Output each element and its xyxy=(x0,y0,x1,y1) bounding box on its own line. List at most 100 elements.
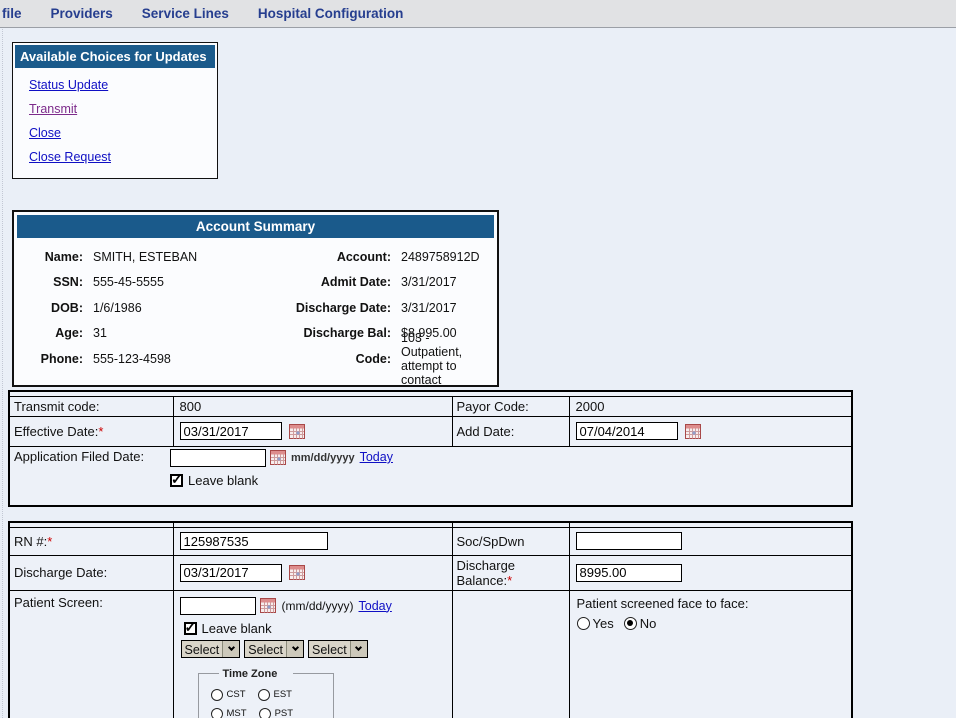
rn-number-cell xyxy=(173,527,452,555)
summary-label-phone: Phone: xyxy=(21,346,83,372)
time-zone-option-est: EST xyxy=(258,689,292,701)
leave-blank-label: Leave blank xyxy=(188,473,258,488)
discharge-date-label: Discharge Date: xyxy=(9,555,173,590)
summary-value-code: 103 - Outpatient, attempt to contact xyxy=(401,346,490,372)
calendar-icon[interactable] xyxy=(289,565,305,580)
face-to-face-no-radio[interactable] xyxy=(624,617,637,630)
required-marker: * xyxy=(98,424,103,439)
time-zone-option-mst: MST xyxy=(211,708,247,718)
add-date-input[interactable] xyxy=(576,422,678,440)
application-filed-date-line: Application Filed Date:mm/dd/yyyyToday xyxy=(14,449,847,467)
calendar-icon[interactable] xyxy=(260,598,276,613)
patient-screen-cell: (mm/dd/yyyy) Today Leave blank Select Sel… xyxy=(173,590,452,718)
table-row: Transmit code: 800 Payor Code: 2000 xyxy=(9,396,852,416)
nav-item-file[interactable]: file xyxy=(2,6,22,21)
cst-radio[interactable] xyxy=(211,689,223,701)
face-to-face-radios: Yes No xyxy=(577,616,848,631)
effective-date-label: Effective Date:* xyxy=(9,416,173,446)
transmit-code-value: 800 xyxy=(173,396,452,416)
patient-screen-select-3[interactable]: Select xyxy=(308,640,368,658)
est-label: EST xyxy=(274,689,292,700)
face-to-face-yes-radio[interactable] xyxy=(577,617,590,630)
effective-date-input[interactable] xyxy=(180,422,282,440)
link-transmit[interactable]: Transmit xyxy=(29,102,77,116)
link-close[interactable]: Close xyxy=(29,126,61,140)
leave-blank-row: Leave blank xyxy=(184,621,448,636)
account-summary-panel: Account Summary Name: SMITH, ESTEBAN Acc… xyxy=(12,210,499,387)
face-to-face-cell: Patient screened face to face: Yes No xyxy=(569,590,852,718)
required-marker: * xyxy=(47,534,52,549)
calendar-icon[interactable] xyxy=(289,424,305,439)
summary-value-phone: 555-123-4598 xyxy=(93,346,271,372)
empty-cell xyxy=(452,590,569,718)
application-filed-date-cell: Application Filed Date:mm/dd/yyyyToday L… xyxy=(9,446,852,506)
patient-screen-selects: Select Select Select xyxy=(181,640,448,658)
select-value: Select xyxy=(245,641,286,657)
chevron-down-icon xyxy=(286,641,303,657)
date-format-hint: (mm/dd/yyyy) xyxy=(282,599,354,613)
page: file Providers Service Lines Hospital Co… xyxy=(0,0,956,718)
select-value: Select xyxy=(309,641,350,657)
patient-screen-row: Patient Screen: (mm/dd/yyyy) Today Leave … xyxy=(9,590,852,718)
calendar-icon[interactable] xyxy=(270,450,286,465)
time-zone-row: MST PST xyxy=(211,708,333,718)
available-choices-header: Available Choices for Updates xyxy=(15,45,215,68)
mst-label: MST xyxy=(227,708,247,718)
pst-radio[interactable] xyxy=(259,708,271,718)
link-status-update[interactable]: Status Update xyxy=(29,78,108,92)
table-row: RN #:* Soc/SpDwn xyxy=(9,527,852,555)
nav-item-hospital-configuration[interactable]: Hospital Configuration xyxy=(258,6,404,21)
face-to-face-no-label: No xyxy=(640,616,657,631)
today-link[interactable]: Today xyxy=(359,599,392,613)
time-zone-option-pst: PST xyxy=(259,708,293,718)
nav-item-service-lines[interactable]: Service Lines xyxy=(142,6,229,21)
discharge-balance-cell xyxy=(569,555,852,590)
leave-blank-checkbox[interactable] xyxy=(170,474,183,487)
discharge-balance-input[interactable] xyxy=(576,564,682,582)
summary-value-ssn: 555-45-5555 xyxy=(93,270,271,296)
application-filed-date-row: Application Filed Date:mm/dd/yyyyToday L… xyxy=(9,446,852,506)
transmit-code-label: Transmit code: xyxy=(9,396,173,416)
summary-label-account: Account: xyxy=(281,244,391,270)
today-link[interactable]: Today xyxy=(360,450,393,464)
soc-spdwn-cell xyxy=(569,527,852,555)
summary-label-age: Age: xyxy=(21,321,83,347)
mst-radio[interactable] xyxy=(211,708,223,718)
add-date-label: Add Date: xyxy=(452,416,569,446)
rn-number-label: RN #:* xyxy=(9,527,173,555)
rn-number-input[interactable] xyxy=(180,532,328,550)
chevron-down-icon xyxy=(222,641,239,657)
table-row: Discharge Date: Discharge Balance:* xyxy=(9,555,852,590)
summary-value-discharge-date: 3/31/2017 xyxy=(401,295,490,321)
discharge-date-cell xyxy=(173,555,452,590)
time-zone-fieldset: Time Zone CST EST xyxy=(198,668,334,718)
discharge-date-input[interactable] xyxy=(180,564,282,582)
patient-screen-select-2[interactable]: Select xyxy=(244,640,304,658)
summary-value-dob: 1/6/1986 xyxy=(93,295,271,321)
top-nav: file Providers Service Lines Hospital Co… xyxy=(0,0,956,28)
add-date-cell xyxy=(569,416,852,446)
application-filed-date-input[interactable] xyxy=(170,449,266,467)
est-radio[interactable] xyxy=(258,689,270,701)
summary-label-ssn: SSN: xyxy=(21,270,83,296)
link-close-request[interactable]: Close Request xyxy=(29,150,111,164)
time-zone-option-cst: CST xyxy=(211,689,246,701)
soc-spdwn-input[interactable] xyxy=(576,532,682,550)
summary-value-account: 2489758912D xyxy=(401,244,490,270)
leave-blank-checkbox[interactable] xyxy=(184,622,197,635)
payor-code-label: Payor Code: xyxy=(452,396,569,416)
summary-label-dob: DOB: xyxy=(21,295,83,321)
pst-label: PST xyxy=(275,708,293,718)
summary-label-name: Name: xyxy=(21,244,83,270)
summary-label-code: Code: xyxy=(281,346,391,372)
patient-screen-date-input[interactable] xyxy=(180,597,256,615)
summary-value-name: SMITH, ESTEBAN xyxy=(93,244,271,270)
patient-screen-date-line: (mm/dd/yyyy) Today xyxy=(180,597,448,615)
summary-label-admit-date: Admit Date: xyxy=(281,270,391,296)
time-zone-legend: Time Zone xyxy=(219,668,294,680)
nav-item-providers[interactable]: Providers xyxy=(51,6,113,21)
required-marker: * xyxy=(507,573,512,588)
patient-screen-select-1[interactable]: Select xyxy=(181,640,241,658)
patient-screen-label: Patient Screen: xyxy=(9,590,173,718)
calendar-icon[interactable] xyxy=(685,424,701,439)
